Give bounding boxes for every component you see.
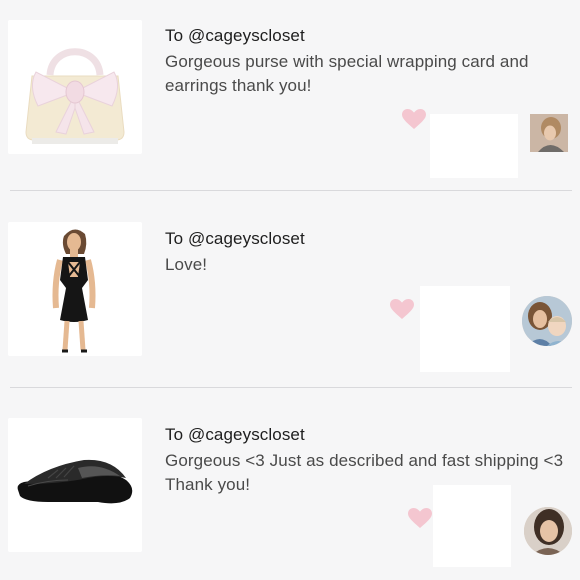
review-card: To @cageyscloset Love!	[0, 191, 580, 387]
heart-icon[interactable]	[407, 507, 433, 529]
review-recipient[interactable]: To @cageyscloset	[165, 423, 570, 447]
review-card: To @cageyscloset Gorgeous purse with spe…	[0, 0, 580, 190]
placeholder-box	[430, 114, 518, 178]
placeholder-box	[420, 286, 510, 372]
reviews-page: To @cageyscloset Gorgeous purse with spe…	[0, 0, 580, 580]
review-message: Love!	[165, 255, 208, 274]
reviewer-avatar-1[interactable]	[530, 114, 568, 152]
review-recipient[interactable]: To @cageyscloset	[165, 227, 570, 251]
review-text: To @cageyscloset Love!	[165, 227, 570, 277]
review-recipient[interactable]: To @cageyscloset	[165, 24, 570, 48]
review-card: To @cageyscloset Gorgeous <3 Just as des…	[0, 388, 580, 580]
placeholder-box	[433, 485, 511, 567]
product-image-shoe[interactable]	[8, 418, 142, 552]
review-message: Gorgeous purse with special wrapping car…	[165, 52, 529, 95]
product-image-purse[interactable]	[8, 20, 142, 154]
reviewer-avatar-2[interactable]	[522, 296, 572, 346]
product-image-dress[interactable]	[8, 222, 142, 356]
heart-icon[interactable]	[389, 298, 415, 320]
heart-icon[interactable]	[401, 108, 427, 130]
reviewer-avatar-3[interactable]	[524, 507, 572, 555]
review-text: To @cageyscloset Gorgeous purse with spe…	[165, 24, 570, 98]
